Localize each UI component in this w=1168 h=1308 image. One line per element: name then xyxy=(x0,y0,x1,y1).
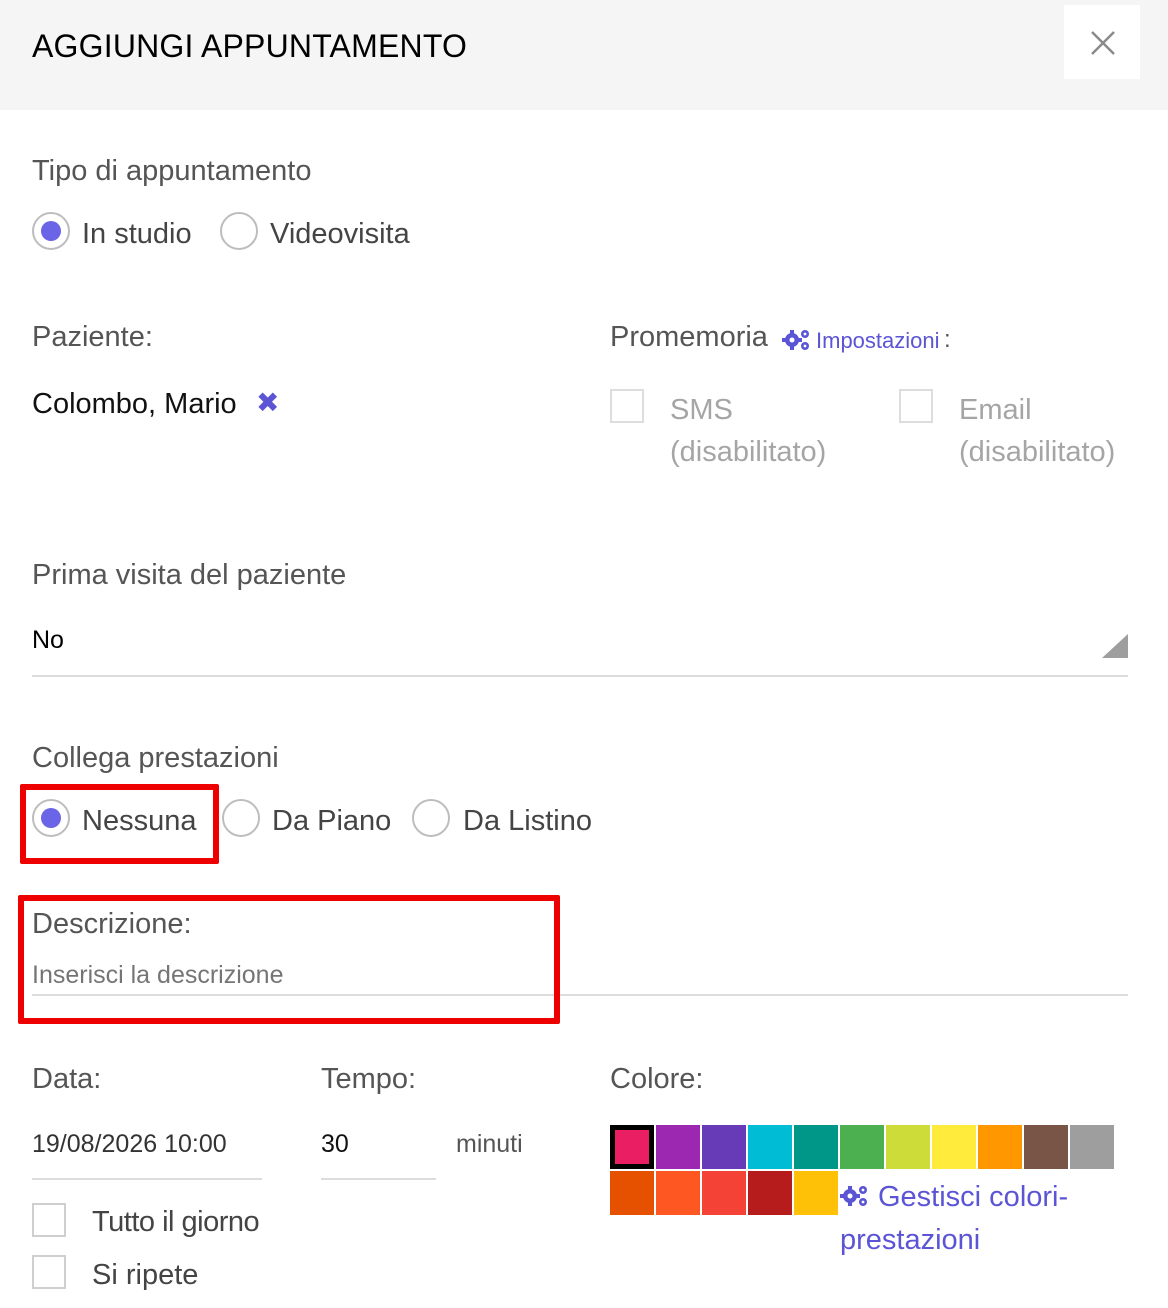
color-swatch[interactable] xyxy=(794,1171,838,1215)
duration-underline xyxy=(321,1178,436,1180)
color-swatch[interactable] xyxy=(656,1125,700,1169)
email-label: Email (disabilitato) xyxy=(959,394,1116,468)
reminder-settings-link[interactable]: Impostazioni xyxy=(816,328,940,354)
all-day-label[interactable]: Tutto il giorno xyxy=(92,1206,260,1239)
color-swatch[interactable] xyxy=(794,1125,838,1169)
dropdown-arrow-icon xyxy=(1102,634,1128,658)
color-swatch[interactable] xyxy=(610,1125,654,1169)
first-visit-select[interactable]: No xyxy=(32,626,1128,670)
appointment-type-label: Tipo di appuntamento xyxy=(32,155,312,187)
highlight-box-description xyxy=(18,895,560,1024)
dialog-title: AGGIUNGI APPUNTAMENTO xyxy=(32,28,468,64)
first-visit-underline xyxy=(32,675,1128,677)
color-label: Colore: xyxy=(610,1063,704,1095)
color-swatch[interactable] xyxy=(932,1125,976,1169)
color-swatch[interactable] xyxy=(702,1171,746,1215)
color-swatch[interactable] xyxy=(840,1125,884,1169)
color-swatch[interactable] xyxy=(610,1171,654,1215)
patient-name: Colombo, Mario xyxy=(32,388,237,420)
radio-videovisita[interactable] xyxy=(220,212,258,250)
radio-da-piano[interactable] xyxy=(222,799,260,837)
radio-videovisita-label[interactable]: Videovisita xyxy=(270,218,410,251)
remove-patient-icon[interactable]: ✖ xyxy=(256,386,279,419)
highlight-box-services xyxy=(20,784,219,864)
color-swatch[interactable] xyxy=(886,1125,930,1169)
manage-colors-link[interactable]: Gestisci colori-prestazioni xyxy=(840,1176,1100,1262)
dialog-header: AGGIUNGI APPUNTAMENTO xyxy=(0,0,1168,110)
radio-in-studio[interactable] xyxy=(32,212,70,250)
patient-label: Paziente: xyxy=(32,321,153,353)
radio-da-listino[interactable] xyxy=(412,799,450,837)
color-swatch[interactable] xyxy=(748,1125,792,1169)
date-input[interactable]: 19/08/2026 10:00 xyxy=(32,1130,262,1159)
color-swatch[interactable] xyxy=(978,1125,1022,1169)
close-button[interactable] xyxy=(1064,5,1140,79)
duration-input[interactable]: 30 xyxy=(321,1130,436,1159)
services-label: Collega prestazioni xyxy=(32,742,279,774)
all-day-checkbox[interactable] xyxy=(32,1203,66,1237)
color-swatch[interactable] xyxy=(656,1171,700,1215)
color-swatch[interactable] xyxy=(1024,1125,1068,1169)
reminder-colon: : xyxy=(944,326,951,353)
repeats-label[interactable]: Si ripete xyxy=(92,1259,198,1292)
date-underline xyxy=(32,1178,262,1180)
duration-unit: minuti xyxy=(456,1130,523,1158)
close-icon xyxy=(1091,31,1115,55)
time-label: Tempo: xyxy=(321,1063,417,1095)
radio-da-piano-label[interactable]: Da Piano xyxy=(272,805,391,838)
sms-label: SMS (disabilitato) xyxy=(670,394,827,468)
reminder-label: Promemoria xyxy=(610,321,768,353)
sms-checkbox[interactable] xyxy=(610,389,644,423)
color-swatch[interactable] xyxy=(748,1171,792,1215)
first-visit-value: No xyxy=(32,626,64,654)
gears-icon xyxy=(782,330,809,350)
date-label: Data: xyxy=(32,1063,102,1095)
email-checkbox[interactable] xyxy=(899,389,933,423)
first-visit-label: Prima visita del paziente xyxy=(32,559,347,591)
radio-in-studio-label[interactable]: In studio xyxy=(82,218,192,251)
color-swatch[interactable] xyxy=(1070,1125,1114,1169)
radio-da-listino-label[interactable]: Da Listino xyxy=(463,805,592,838)
color-swatch[interactable] xyxy=(702,1125,746,1169)
repeats-checkbox[interactable] xyxy=(32,1255,66,1289)
